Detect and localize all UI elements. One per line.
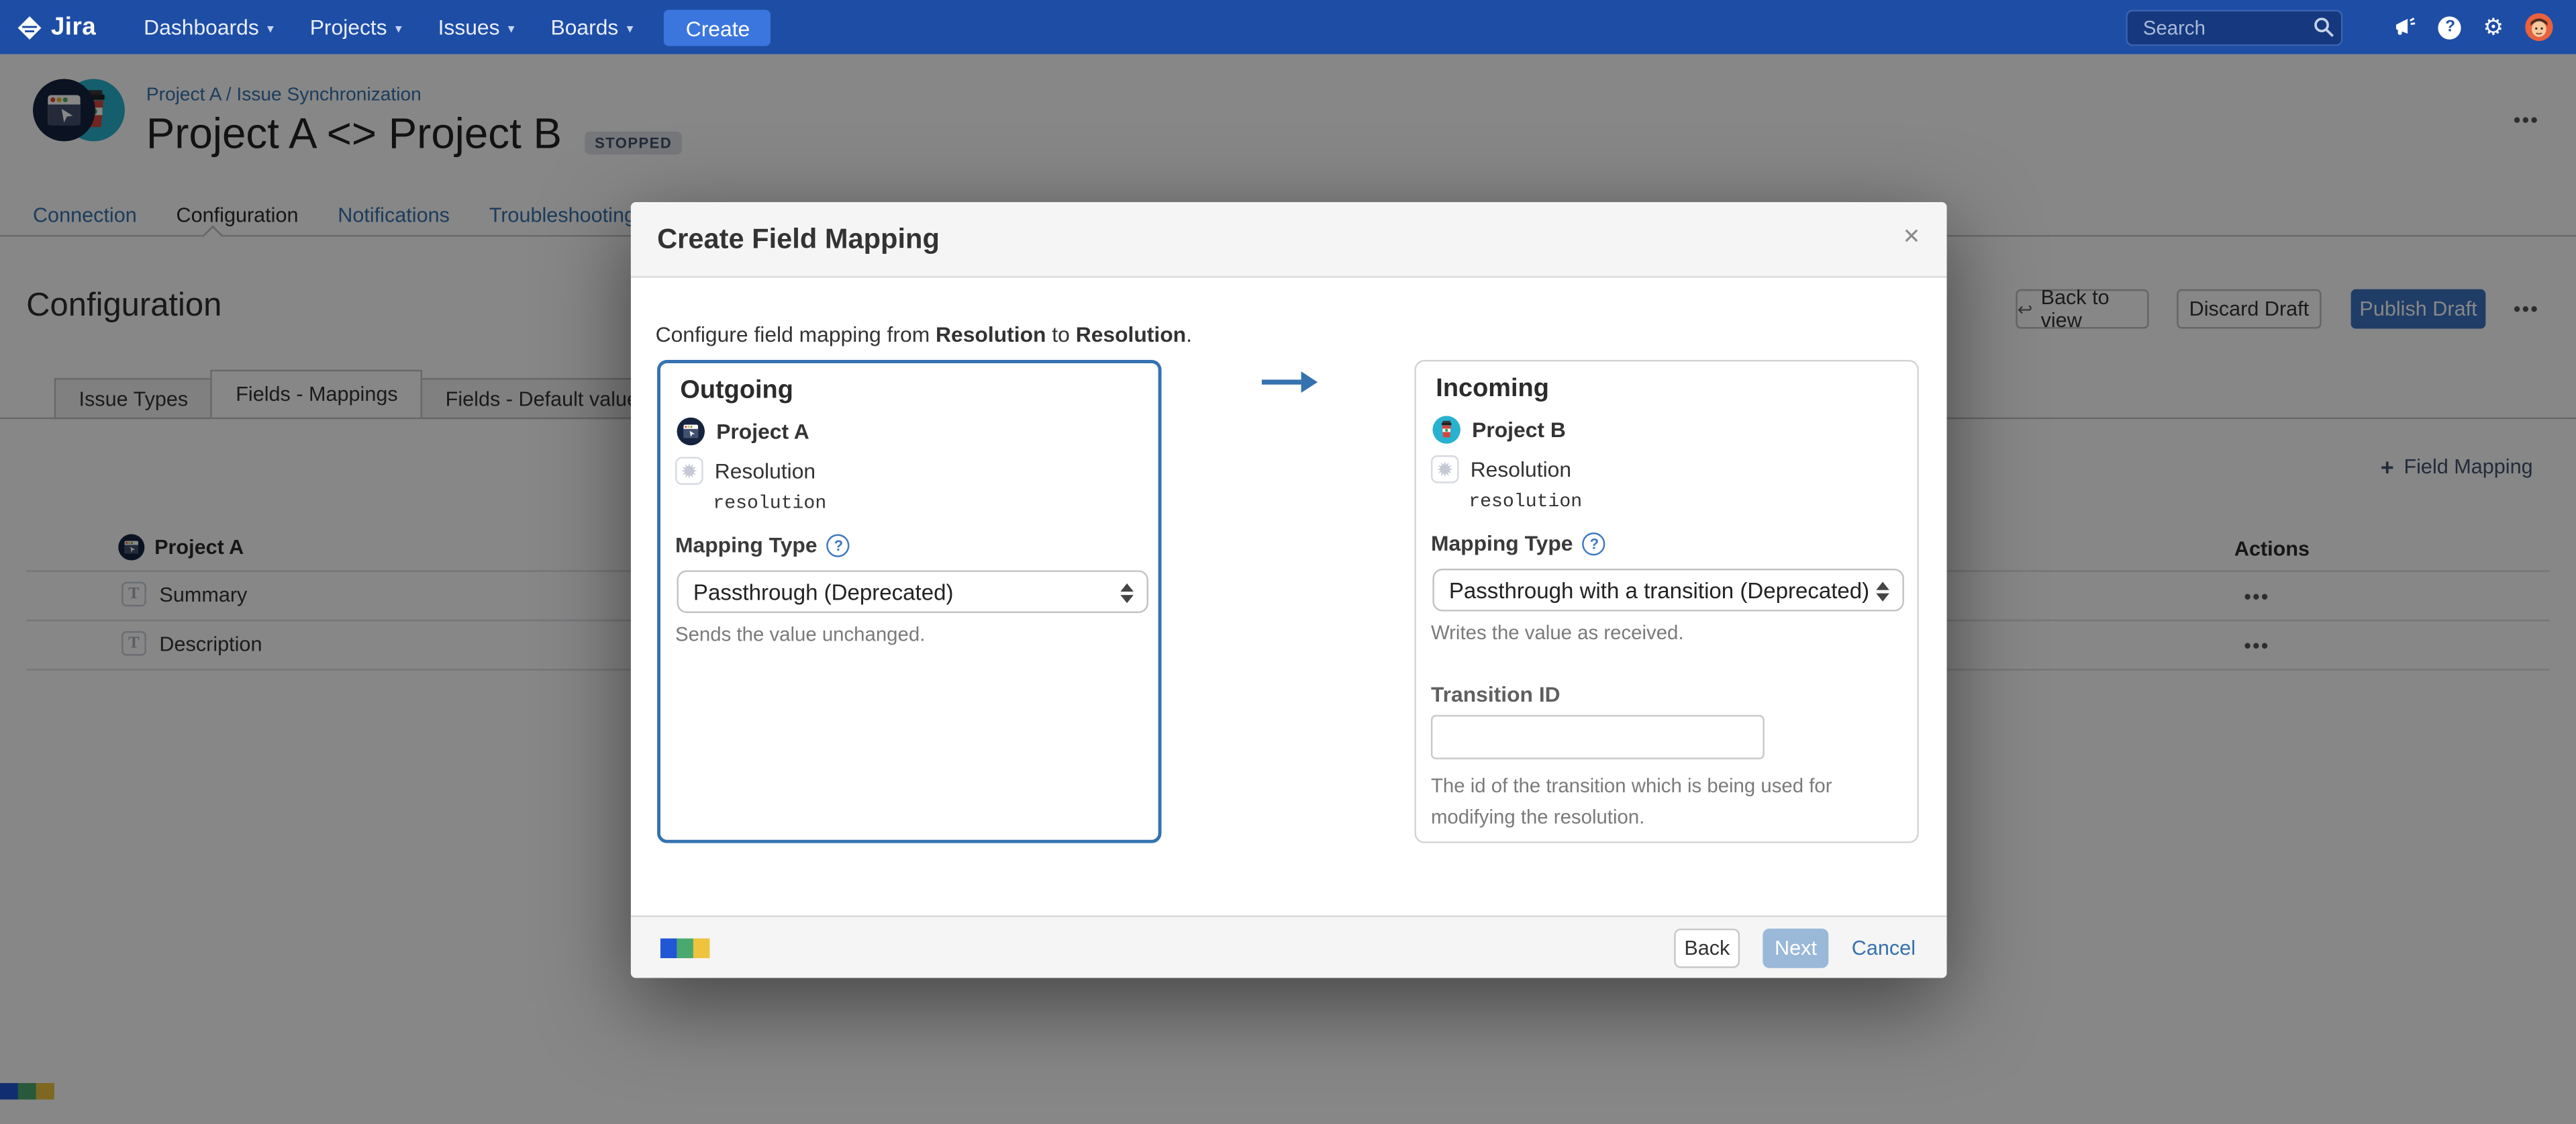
- top-nav: Jira Dashboards ▾ Projects ▾ Issues ▾ Bo…: [0, 0, 2576, 54]
- jira-logo-icon: [16, 14, 42, 40]
- incoming-project: Project B: [1432, 416, 1565, 444]
- incoming-panel: Incoming Project B: [1414, 360, 1918, 843]
- back-button[interactable]: Back: [1674, 928, 1740, 968]
- jira-logo[interactable]: Jira: [16, 13, 96, 42]
- project-b-avatar: [1432, 416, 1460, 444]
- chevron-down-icon: ▾: [508, 21, 515, 36]
- transition-id-label: Transition ID: [1431, 682, 1561, 707]
- incoming-mapping-type-help: Writes the value as received.: [1431, 621, 1684, 644]
- search-icon: [2314, 15, 2335, 37]
- help-icon[interactable]: ?: [1583, 532, 1605, 555]
- dialog-title: Create Field Mapping: [657, 223, 940, 256]
- outgoing-project: Project A: [677, 418, 809, 446]
- megaphone-icon[interactable]: [2394, 16, 2417, 38]
- dialog-footer: Back Next Cancel: [631, 915, 1947, 978]
- incoming-field-key: resolution: [1469, 491, 1582, 513]
- jira-logo-text: Jira: [51, 13, 96, 42]
- outgoing-mapping-type-help: Sends the value unchanged.: [675, 623, 925, 646]
- user-avatar[interactable]: [2525, 13, 2553, 42]
- nav-item-boards[interactable]: Boards ▾: [533, 0, 652, 54]
- chevron-down-icon: ▾: [267, 21, 274, 36]
- create-field-mapping-dialog: Create Field Mapping ✕ Configure field m…: [631, 202, 1947, 978]
- outgoing-field-key: resolution: [713, 493, 826, 514]
- nav-item-dashboards[interactable]: Dashboards ▾: [126, 0, 292, 54]
- close-icon[interactable]: ✕: [1903, 225, 1921, 250]
- search-input[interactable]: [2126, 9, 2343, 45]
- incoming-mapping-type-label: Mapping Type ?: [1431, 531, 1606, 556]
- select-arrows-icon: [1876, 581, 1889, 601]
- outgoing-mapping-type-label: Mapping Type ?: [675, 532, 850, 557]
- help-icon[interactable]: ?: [827, 533, 850, 556]
- create-button[interactable]: Create: [664, 9, 771, 45]
- outgoing-mapping-type-select[interactable]: Passthrough (Deprecated): [677, 570, 1148, 613]
- incoming-heading: Incoming: [1436, 375, 1549, 404]
- dialog-description: Configure field mapping from Resolution …: [656, 322, 1192, 347]
- transition-id-input[interactable]: [1431, 715, 1765, 759]
- chevron-down-icon: ▾: [395, 21, 402, 36]
- transition-id-help: The id of the transition which is being …: [1431, 771, 1899, 832]
- gear-icon[interactable]: ⚙: [2483, 15, 2504, 38]
- wizard-progress-indicator: [660, 937, 709, 957]
- project-a-avatar: [677, 418, 705, 446]
- outgoing-field: Resolution: [675, 457, 815, 485]
- resolution-field-icon: [675, 457, 703, 485]
- right-arrow-icon: [1262, 371, 1318, 393]
- search-box: [2126, 9, 2343, 45]
- nav-item-projects[interactable]: Projects ▾: [292, 0, 420, 54]
- dialog-body: Configure field mapping from Resolution …: [631, 278, 1947, 916]
- nav-item-issues[interactable]: Issues ▾: [420, 0, 533, 54]
- chevron-down-icon: ▾: [627, 21, 634, 36]
- select-arrows-icon: [1120, 583, 1134, 603]
- next-button-disabled[interactable]: Next: [1763, 928, 1829, 968]
- help-icon[interactable]: ?: [2438, 15, 2461, 38]
- incoming-mapping-type-select[interactable]: Passthrough with a transition (Deprecate…: [1432, 569, 1903, 612]
- resolution-field-icon: [1431, 455, 1459, 483]
- incoming-field: Resolution: [1431, 455, 1571, 483]
- cancel-link[interactable]: Cancel: [1852, 936, 1916, 959]
- dialog-header: Create Field Mapping ✕: [631, 202, 1947, 278]
- outgoing-heading: Outgoing: [680, 377, 793, 406]
- outgoing-panel: Outgoing Project A: [657, 360, 1161, 843]
